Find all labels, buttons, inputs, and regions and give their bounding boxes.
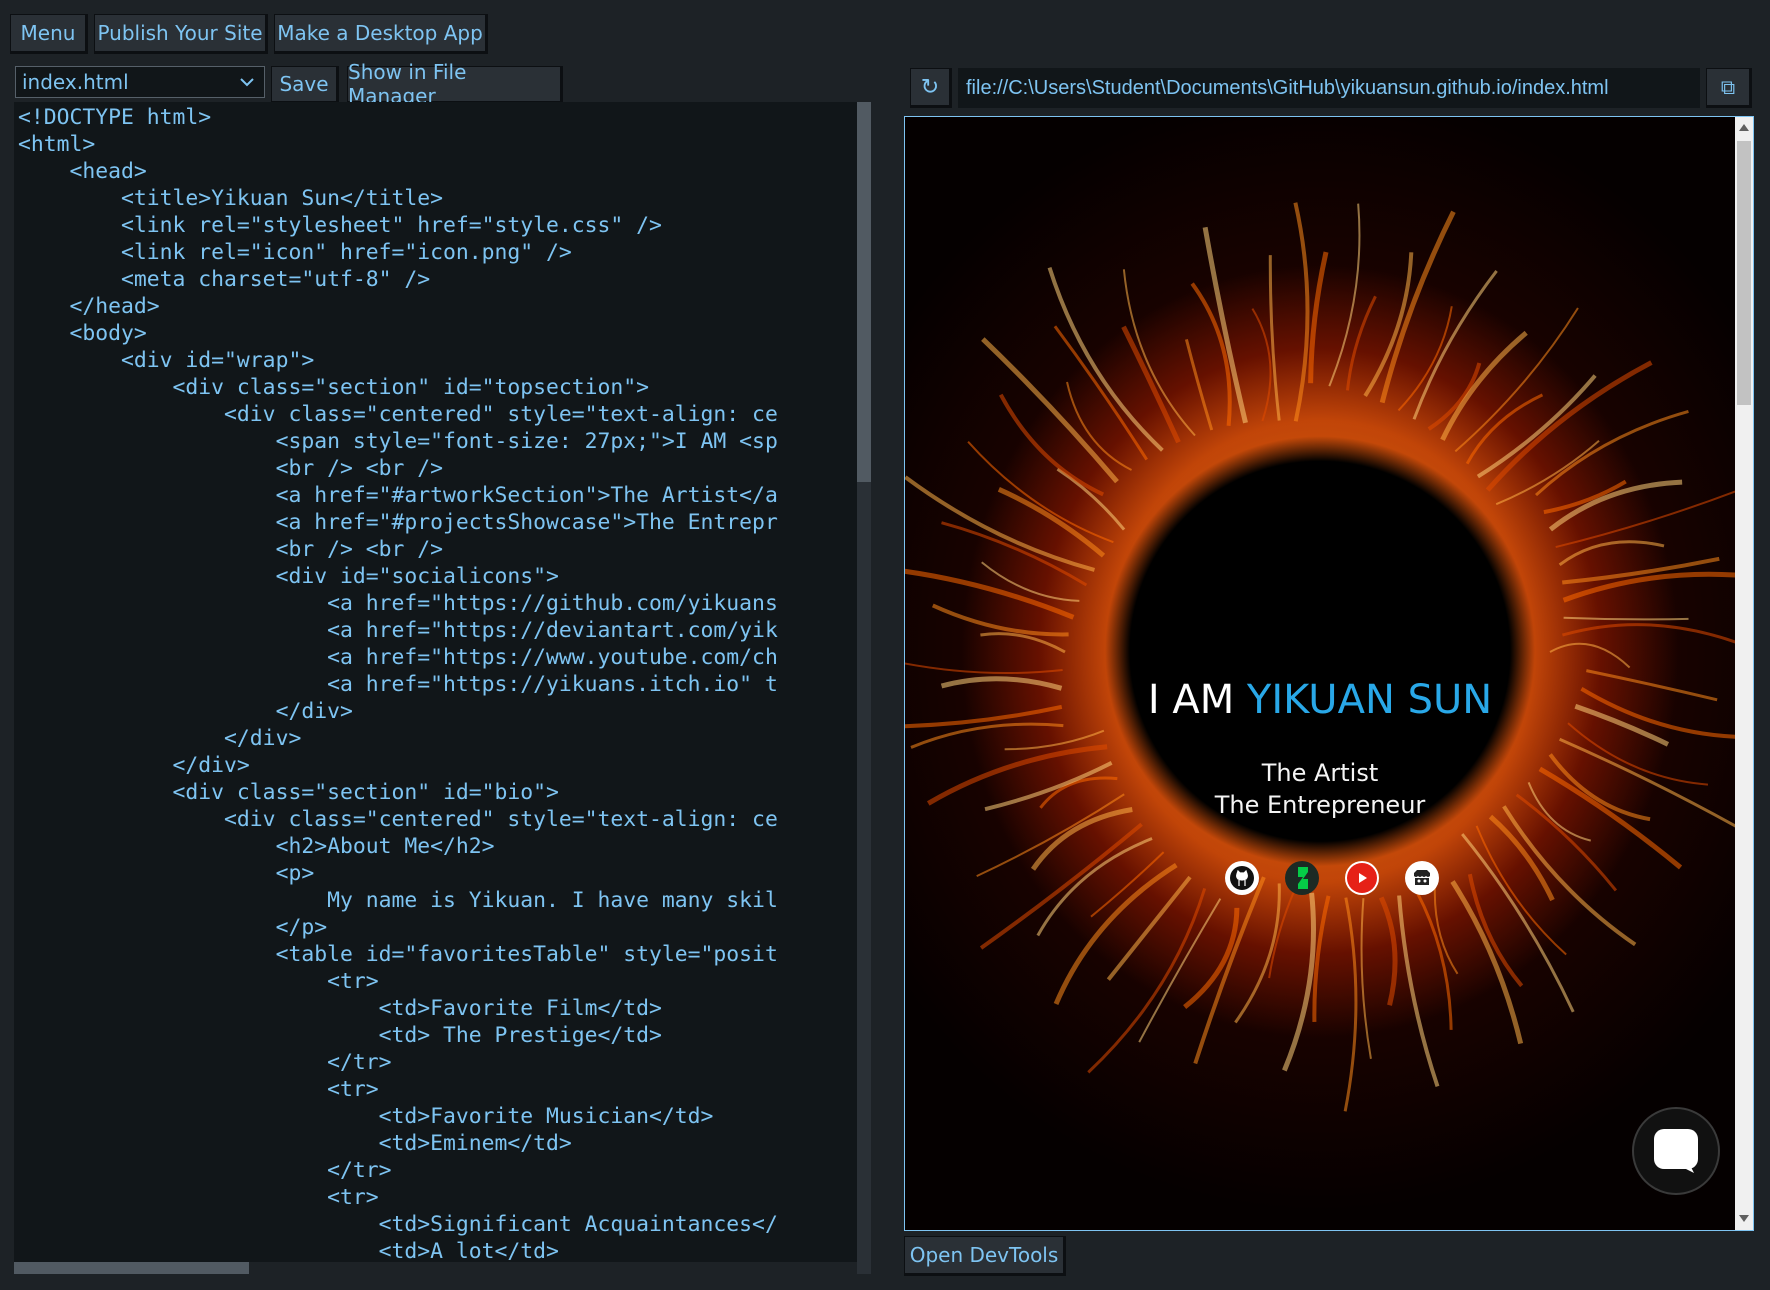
flame-wisp	[1450, 880, 1524, 1045]
flame-wisp	[1485, 360, 1653, 492]
url-text: file://C:\Users\Student\Documents\GitHub…	[966, 76, 1609, 99]
show-in-file-manager-button[interactable]: Show in File Manager	[347, 60, 563, 108]
deviantart-icon[interactable]	[1285, 861, 1319, 895]
url-bar[interactable]: file://C:\Users\Student\Documents\GitHub…	[958, 68, 1700, 108]
make-desktop-app-button[interactable]: Make a Desktop App	[274, 14, 488, 54]
flame-wisp	[1282, 892, 1316, 1072]
flame-wisp	[980, 632, 1066, 654]
site-title-name: YIKUAN SUN	[1246, 677, 1493, 723]
site-title-prefix: I AM	[1147, 677, 1247, 723]
flame-wisp	[1293, 202, 1310, 422]
flame-wisp	[1495, 439, 1600, 506]
site-page: I AM YIKUAN SUN The Artist The Entrepren…	[905, 117, 1735, 1230]
flame-wisp	[1312, 895, 1331, 1022]
flame-wisp	[1549, 642, 1631, 669]
flame-wisp	[1343, 897, 1358, 1112]
flame-wisp	[997, 487, 1106, 558]
flame-wisp	[941, 521, 1088, 587]
flame-wisp	[1561, 623, 1735, 644]
flame-background	[905, 202, 1735, 1112]
flame-wisp	[1502, 805, 1637, 947]
flame-wisp	[1036, 837, 1153, 937]
flame-wisp	[1378, 896, 1398, 1006]
flame-wisp	[1121, 325, 1181, 444]
open-devtools-button[interactable]: Open DevTools	[904, 1236, 1066, 1276]
file-select[interactable]: index.html	[15, 66, 265, 98]
flame-wisp	[1251, 308, 1272, 422]
editor-horizontal-scroll-thumb[interactable]	[14, 1262, 249, 1274]
save-button[interactable]: Save	[271, 66, 339, 104]
chevron-down-icon	[240, 78, 254, 87]
flame-wisp	[981, 561, 1080, 602]
link-artist[interactable]: The Artist	[905, 759, 1735, 787]
flame-wisp	[1193, 876, 1266, 1065]
editor-vertical-scroll-thumb[interactable]	[857, 102, 871, 482]
chat-button[interactable]	[1632, 1107, 1720, 1195]
flame-wisp	[1555, 490, 1735, 549]
flame-wisp	[1268, 888, 1297, 979]
flame-wisp	[1184, 338, 1214, 431]
flame-wisp	[1234, 883, 1281, 1024]
github-icon[interactable]	[1225, 861, 1259, 895]
refresh-icon: ↻	[920, 74, 940, 100]
preview-vertical-scroll-thumb[interactable]	[1737, 141, 1751, 405]
code-editor[interactable]: <!DOCTYPE html> <html> <head> <title>Yik…	[14, 102, 871, 1274]
scroll-up-arrow-icon[interactable]	[1739, 123, 1749, 131]
flame-wisp	[1202, 226, 1248, 424]
flame-wisp	[905, 568, 1075, 620]
itchio-icon[interactable]	[1405, 861, 1439, 895]
flame-wisp	[1415, 891, 1453, 1030]
flame-wisp	[979, 822, 1143, 950]
code-text[interactable]: <!DOCTYPE html> <html> <head> <title>Yik…	[18, 104, 778, 1262]
scroll-down-arrow-icon[interactable]	[1739, 1215, 1749, 1223]
flame-wisp	[1379, 210, 1456, 404]
flame-wisp	[1433, 887, 1459, 975]
flame-wisp	[967, 440, 1114, 544]
popout-button[interactable]: ⧉	[1706, 68, 1752, 108]
flame-wisp	[1558, 540, 1665, 566]
flame-wisp	[1412, 270, 1498, 420]
flame-wisp	[1563, 616, 1689, 621]
link-entrepreneur[interactable]: The Entrepreneur	[905, 791, 1735, 819]
flame-wisp	[905, 662, 1063, 675]
flame-wisp	[1308, 251, 1329, 384]
popout-icon: ⧉	[1720, 75, 1736, 99]
flame-wisp	[1190, 282, 1232, 426]
menu-button[interactable]: Menu	[10, 14, 88, 54]
site-preview[interactable]: I AM YIKUAN SUN The Artist The Entrepren…	[904, 116, 1754, 1231]
flame-wisp	[1087, 887, 1207, 1074]
flame-wisp	[1268, 255, 1281, 421]
chat-bubble-icon	[1654, 1129, 1698, 1173]
publish-site-button[interactable]: Publish Your Site	[94, 14, 268, 54]
flame-wisp	[1360, 898, 1372, 1059]
flame-wisp	[910, 722, 1064, 749]
youtube-icon[interactable]	[1345, 861, 1379, 895]
refresh-button[interactable]: ↻	[910, 68, 952, 108]
flame-wisp	[1328, 203, 1361, 387]
file-select-value: index.html	[22, 70, 129, 94]
flame-wisp	[1066, 381, 1132, 471]
site-title: I AM YIKUAN SUN	[905, 677, 1735, 723]
